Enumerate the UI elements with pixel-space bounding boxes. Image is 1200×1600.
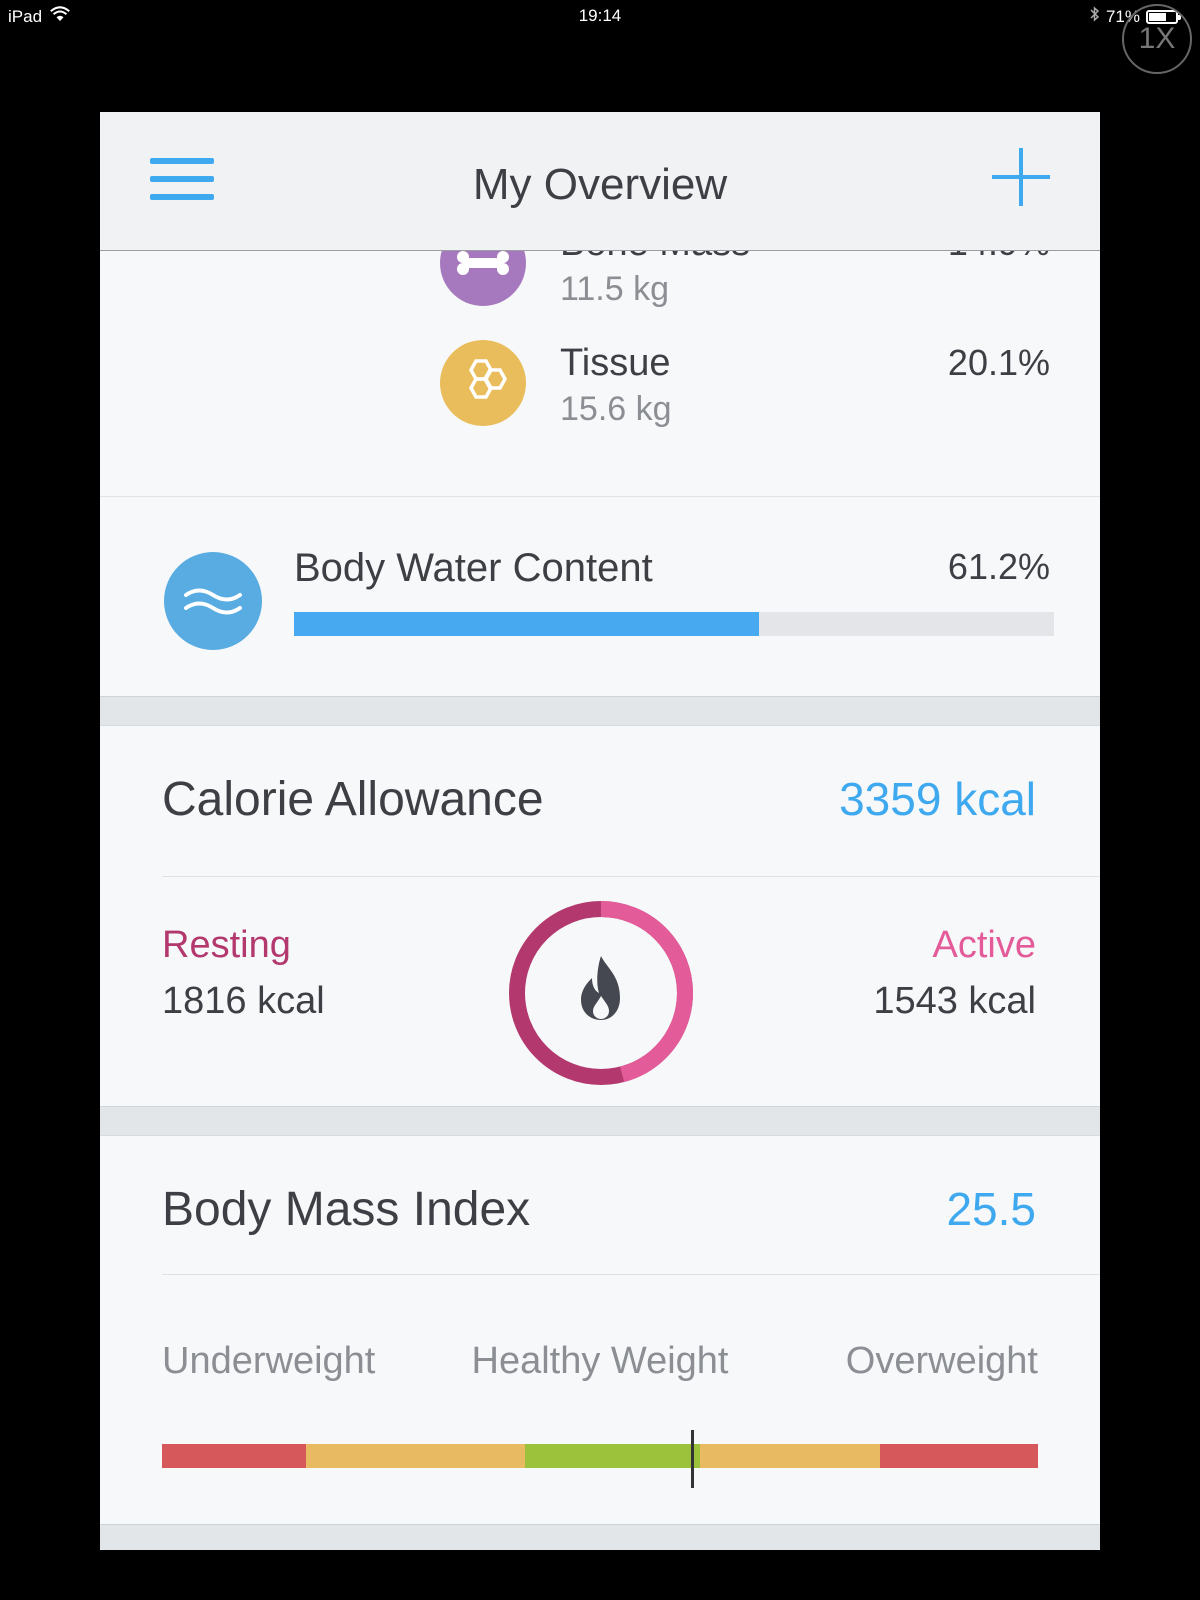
section-separator xyxy=(100,696,1100,726)
bluetooth-icon xyxy=(1090,6,1100,27)
list-item-tissue[interactable]: Tissue 15.6 kg 20.1% xyxy=(440,340,1050,430)
page-title: My Overview xyxy=(472,160,728,209)
bmi-value: 25.5 xyxy=(946,1183,1036,1235)
divider xyxy=(162,876,1100,877)
zoom-badge[interactable]: 1X xyxy=(1122,4,1192,74)
active-label: Active xyxy=(932,924,1036,966)
bmi-marker xyxy=(691,1430,695,1488)
body-water-progress-track xyxy=(294,612,1054,636)
tissue-percent: 20.1% xyxy=(947,342,1050,383)
bone-mass-weight: 11.5 kg xyxy=(560,270,670,308)
divider xyxy=(162,1274,1100,1275)
status-bar: iPad 19:14 71% 1X xyxy=(0,0,1200,74)
bmi-title: Body Mass Index xyxy=(162,1183,531,1236)
bmi-scale-segment xyxy=(699,1444,881,1468)
resting-label: Resting xyxy=(162,924,291,966)
bmi-scale-segment xyxy=(880,1444,1038,1468)
resting-value: 1816 kcal xyxy=(162,980,325,1022)
section-separator xyxy=(100,1106,1100,1136)
calorie-ring xyxy=(509,901,693,1085)
status-time: 19:14 xyxy=(578,6,622,25)
body-water-label: Body Water Content xyxy=(294,546,653,590)
bmi-label-overweight: Overweight xyxy=(845,1340,1038,1382)
tissue-label: Tissue xyxy=(560,342,671,384)
tissue-weight: 15.6 kg xyxy=(560,390,672,428)
bmi-scale-bar xyxy=(162,1444,1038,1468)
calorie-title: Calorie Allowance xyxy=(162,773,544,826)
body-water-percent: 61.2% xyxy=(947,546,1050,587)
body-water-progress-fill xyxy=(294,612,760,636)
navigation-bar: My Overview xyxy=(100,112,1100,251)
bmi-scale-segment xyxy=(162,1444,306,1468)
active-value: 1543 kcal xyxy=(873,980,1036,1022)
app-window: Bone Mass 11.5 kg 14.9% Tissue 15.6 kg 2… xyxy=(100,112,1100,1550)
calorie-total: 3359 kcal xyxy=(839,773,1036,825)
water-waves-icon xyxy=(164,552,262,650)
flame-icon xyxy=(581,956,620,1020)
bmi-scale-segment xyxy=(305,1444,525,1468)
divider xyxy=(100,496,1100,497)
plus-icon[interactable] xyxy=(992,148,1050,206)
honeycomb-icon xyxy=(440,340,526,426)
section-separator xyxy=(100,1524,1100,1550)
bmi-scale-segment xyxy=(524,1444,700,1468)
